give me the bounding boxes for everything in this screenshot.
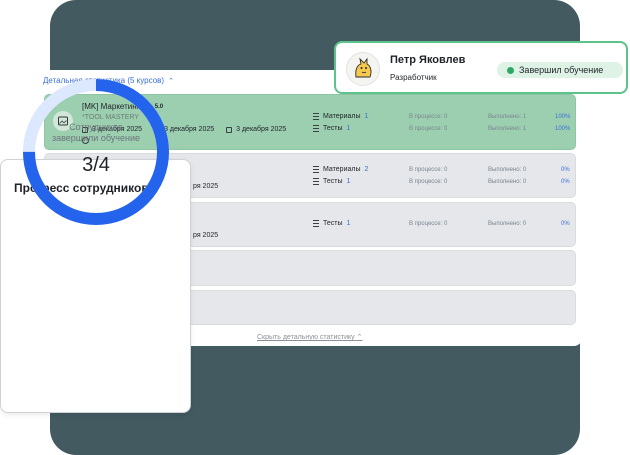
tests-done: Выполнено: 0 (488, 221, 527, 227)
tests-metric: Тесты 1 (313, 220, 350, 227)
employee-role: Разработчик (390, 73, 437, 82)
tests-metric: Тесты 1 (313, 178, 350, 185)
materials-percent: 100% (555, 114, 571, 120)
materials-count: 2 (364, 166, 369, 173)
status-badge: Завершил обучение (497, 62, 623, 78)
tests-in-progress: В процессе: 0 (409, 221, 448, 227)
hide-stats-link[interactable]: Скрыть детальную статистику ⌃ (257, 333, 362, 341)
materials-count: 1 (364, 113, 369, 120)
tests-percent: 0% (561, 221, 570, 227)
tests-metric: Тесты 1 (313, 125, 350, 132)
hide-stats-label: Скрыть детальную статистику (257, 334, 355, 341)
materials-done: Выполнено: 0 (488, 167, 527, 173)
tests-in-progress: В процессе: 0 (409, 126, 448, 132)
materials-icon (313, 113, 319, 120)
tests-count: 1 (346, 178, 351, 185)
materials-icon (313, 166, 319, 173)
tests-percent: 100% (555, 126, 571, 132)
date-text: 3 декабря 2025 (236, 126, 287, 133)
employee-card[interactable]: Петр Яковлев Разработчик Завершил обучен… (334, 41, 628, 94)
materials-percent: 0% (561, 167, 570, 173)
employee-name: Петр Яковлев (390, 54, 466, 66)
tests-label: Тесты (323, 220, 343, 227)
materials-in-progress: В процессе: 0 (409, 167, 448, 173)
tests-icon (313, 125, 319, 132)
status-dot-icon (507, 66, 514, 74)
donut-caption: Сотрудников завершили обучение (51, 121, 140, 143)
tests-done: Выполнено: 0 (488, 179, 527, 185)
tests-percent: 0% (561, 179, 570, 185)
date-text: ря 2025 (193, 183, 219, 190)
donut-value: 3/4 (82, 153, 110, 176)
materials-done: Выполнено: 1 (488, 114, 527, 120)
tests-in-progress: В процессе: 0 (409, 179, 448, 185)
status-text: Завершил обучение (519, 65, 604, 75)
tests-label: Тесты (323, 125, 343, 132)
avatar (346, 52, 380, 86)
materials-metric: Материалы 1 (313, 113, 368, 120)
date-item: 3 декабря 2025 (226, 126, 286, 133)
materials-in-progress: В процессе: 0 (409, 114, 448, 120)
materials-label: Материалы (323, 113, 361, 120)
calendar-icon (226, 126, 233, 133)
tests-count: 1 (346, 125, 351, 132)
date-text: 3 декабря 2025 (164, 126, 215, 133)
materials-metric: Материалы 2 (313, 166, 368, 173)
tests-label: Тесты (323, 178, 343, 185)
chevron-up-icon: ⌃ (356, 334, 363, 341)
materials-label: Материалы (323, 166, 361, 173)
tests-count: 1 (346, 220, 351, 227)
donut-center: Сотрудников завершили обучение 3/4 (22, 78, 170, 226)
tests-done: Выполнено: 1 (488, 126, 527, 132)
date-text: ря 2025 (193, 232, 219, 239)
tests-icon (313, 178, 319, 185)
tests-icon (313, 220, 319, 227)
